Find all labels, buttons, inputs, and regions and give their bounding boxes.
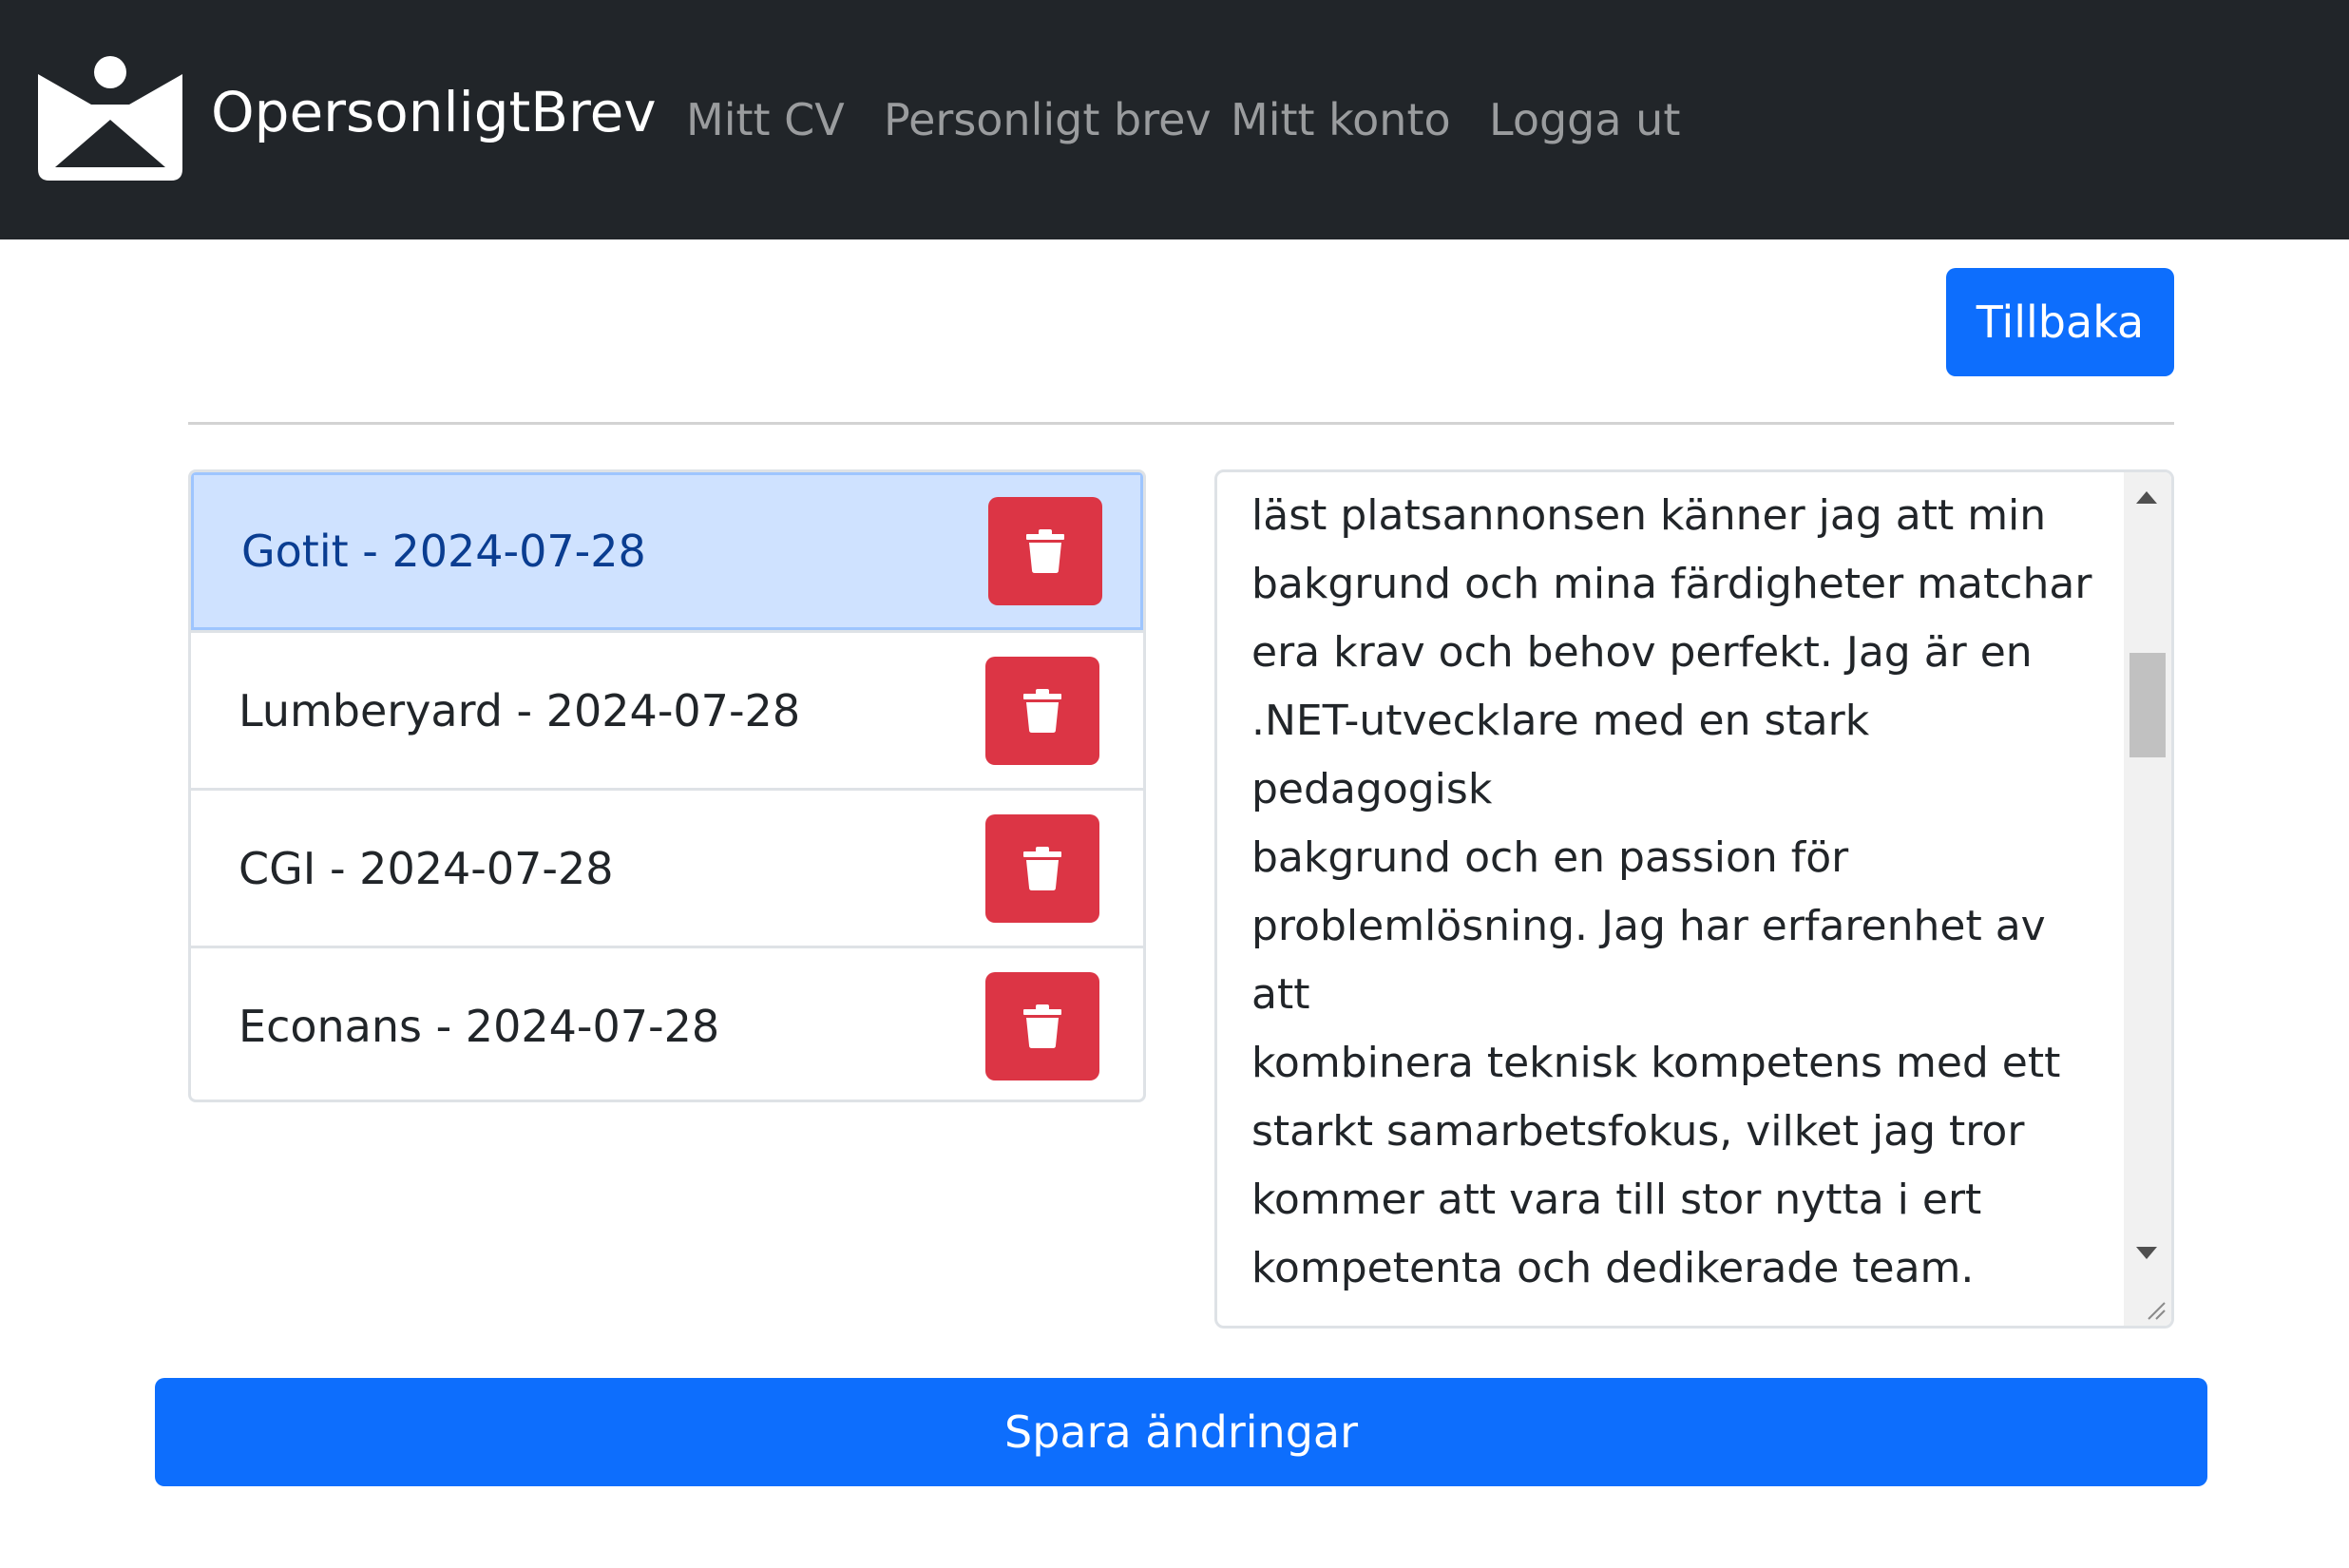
letter-item-label: Gotit - 2024-07-28	[241, 526, 646, 577]
textarea-scrollbar[interactable]	[2124, 472, 2171, 1326]
letter-item-label: Econans - 2024-07-28	[239, 1000, 720, 1052]
letter-list: Gotit - 2024-07-28 Lumberyard - 2024-07-…	[188, 469, 1146, 1102]
trash-icon	[1023, 688, 1061, 733]
trash-icon	[1023, 1004, 1061, 1048]
trash-icon	[1023, 846, 1061, 890]
back-button[interactable]: Tillbaka	[1946, 268, 2174, 376]
brand-name[interactable]: OpersonligtBrev	[211, 76, 657, 148]
nav-link-mitt-konto[interactable]: Mitt konto	[1231, 91, 1451, 148]
letter-list-item[interactable]: Lumberyard - 2024-07-28	[191, 630, 1143, 788]
letter-item-label: CGI - 2024-07-28	[239, 842, 614, 894]
letter-list-item[interactable]: CGI - 2024-07-28	[191, 788, 1143, 946]
letter-list-item[interactable]: Gotit - 2024-07-28	[191, 472, 1143, 630]
trash-icon	[1026, 529, 1064, 573]
brand-logo-icon[interactable]	[38, 55, 182, 181]
delete-button[interactable]	[985, 813, 1099, 923]
delete-button[interactable]	[985, 656, 1099, 765]
navbar: OpersonligtBrev Mitt CV Personligt brev …	[0, 0, 2349, 239]
delete-button[interactable]	[988, 497, 1102, 605]
letter-item-label: Lumberyard - 2024-07-28	[239, 684, 801, 736]
nav-link-mitt-cv[interactable]: Mitt CV	[686, 91, 845, 148]
scroll-up-arrow-icon[interactable]	[2136, 491, 2157, 504]
letter-text[interactable]: läst platsannonsen känner jag att min ba…	[1251, 482, 2107, 1326]
resize-grip-icon[interactable]	[2145, 1299, 2166, 1320]
delete-button[interactable]	[985, 971, 1099, 1080]
divider	[188, 422, 2174, 425]
letter-textarea[interactable]: läst platsannonsen känner jag att min ba…	[1214, 469, 2174, 1329]
nav-link-logga-ut[interactable]: Logga ut	[1489, 91, 1680, 148]
save-changes-button[interactable]: Spara ändringar	[155, 1378, 2207, 1486]
letter-list-item[interactable]: Econans - 2024-07-28	[191, 946, 1143, 1100]
scroll-thumb[interactable]	[2129, 653, 2166, 757]
scroll-down-arrow-icon[interactable]	[2136, 1247, 2157, 1259]
nav-link-personligt-brev[interactable]: Personligt brev	[884, 91, 1212, 148]
